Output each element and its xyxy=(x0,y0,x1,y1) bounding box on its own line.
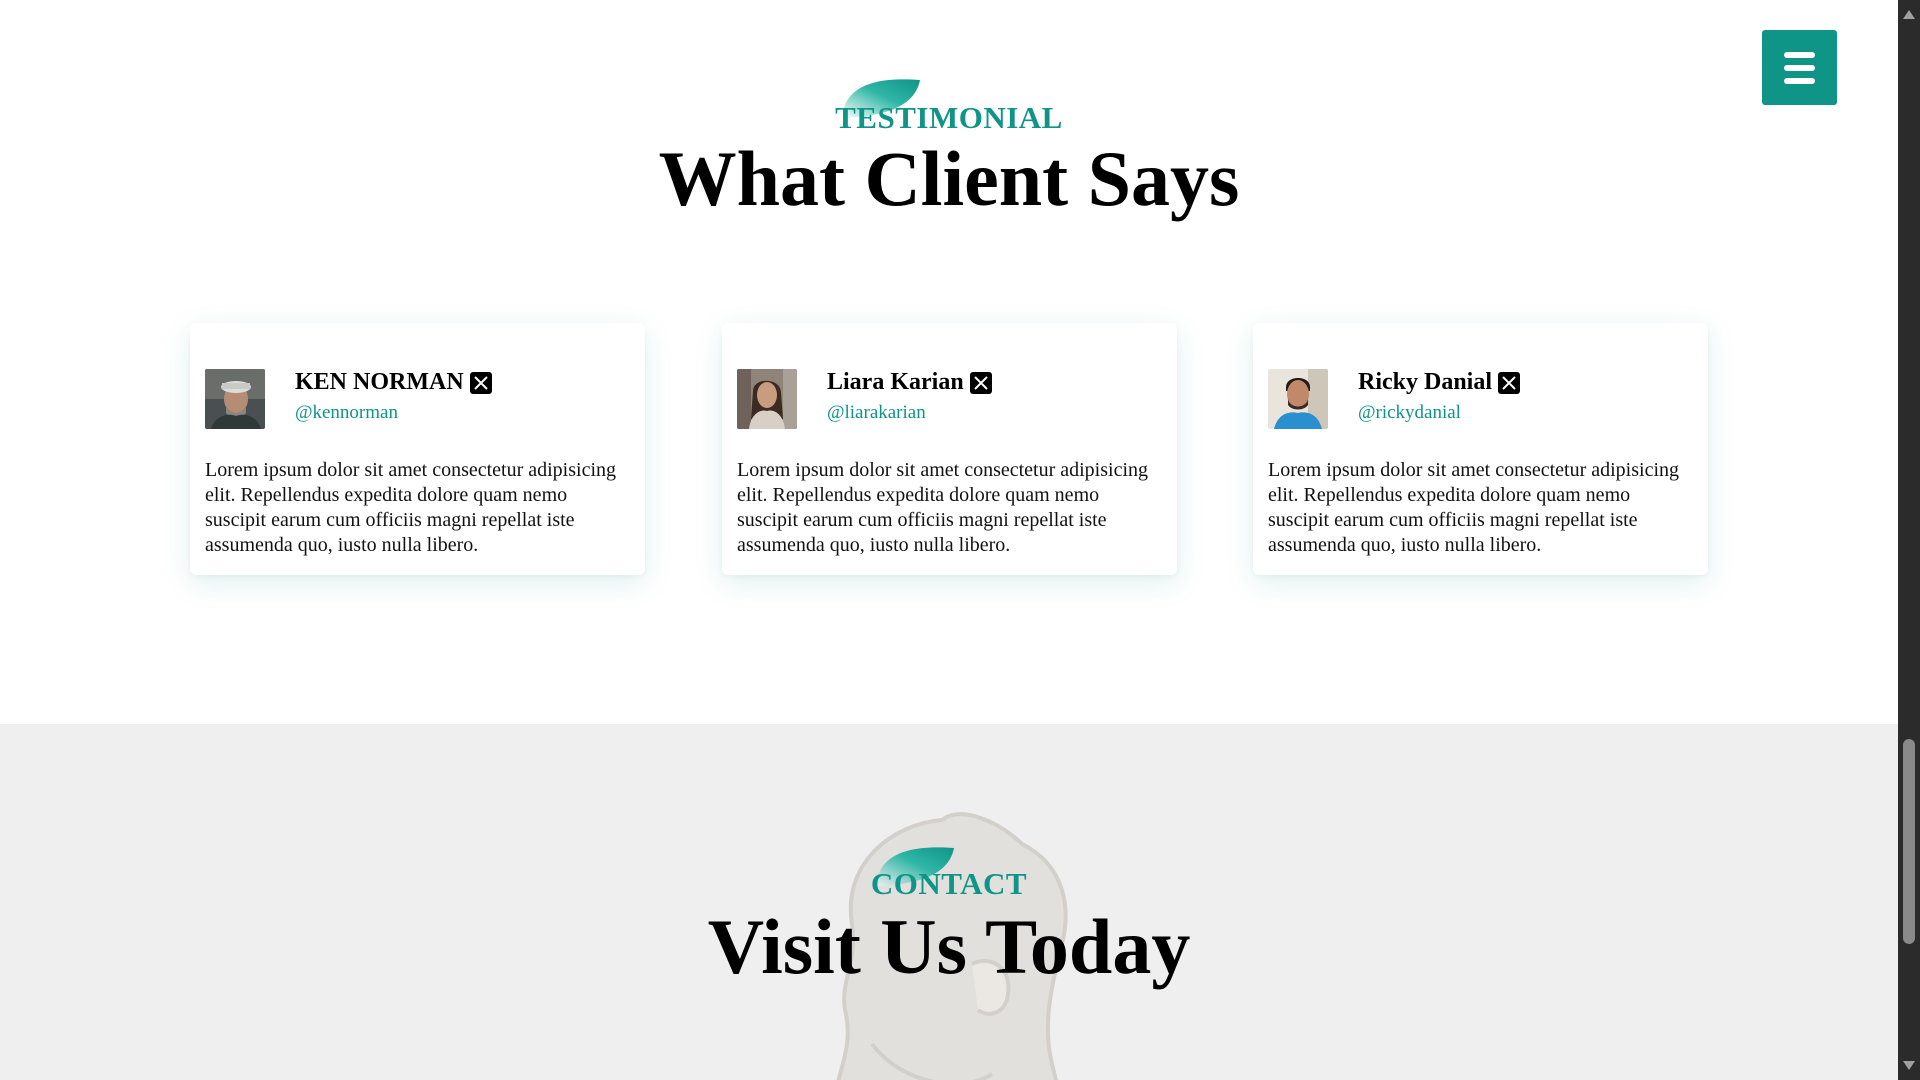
testimonial-cards: KEN NORMAN @kennorman Lorem ipsum dolor … xyxy=(190,323,1708,575)
page: TESTIMONIAL What Client Says KEN NORMAN … xyxy=(0,0,1898,1080)
scrollbar-thumb[interactable] xyxy=(1903,739,1915,944)
client-name: KEN NORMAN xyxy=(295,369,464,395)
contact-heading: CONTACT Visit Us Today xyxy=(0,846,1898,986)
card-name-row: Liara Karian xyxy=(827,369,992,396)
x-logo-icon[interactable] xyxy=(1498,371,1521,394)
client-name: Ricky Danial xyxy=(1358,369,1493,395)
testimonial-card: KEN NORMAN @kennorman Lorem ipsum dolor … xyxy=(190,323,645,575)
avatar xyxy=(1268,369,1328,429)
client-handle[interactable]: @kennorman xyxy=(295,402,398,424)
testimonial-card: Ricky Danial @rickydanial Lorem ipsum do… xyxy=(1253,323,1708,575)
card-name-row: Ricky Danial xyxy=(1358,369,1521,396)
testimonial-card: Liara Karian @liarakarian Lorem ipsum do… xyxy=(722,323,1177,575)
avatar xyxy=(205,369,265,429)
testimonial-title: What Client Says xyxy=(658,135,1240,222)
menu-bar xyxy=(1784,77,1815,84)
menu-bar xyxy=(1784,51,1815,58)
card-name-row: KEN NORMAN xyxy=(295,369,492,396)
testimonial-section: TESTIMONIAL What Client Says KEN NORMAN … xyxy=(0,0,1898,724)
testimonial-eyebrow: TESTIMONIAL xyxy=(835,100,1063,135)
x-logo-icon[interactable] xyxy=(469,371,492,394)
testimonial-heading: TESTIMONIAL What Client Says xyxy=(0,62,1898,218)
scroll-down-arrow-icon[interactable] xyxy=(1903,1061,1915,1070)
client-name: Liara Karian xyxy=(827,369,964,395)
hamburger-menu-icon[interactable] xyxy=(1762,30,1837,105)
vertical-scrollbar[interactable] xyxy=(1898,0,1920,1080)
avatar xyxy=(737,369,797,429)
testimonial-quote: Lorem ipsum dolor sit amet consectetur a… xyxy=(205,459,617,556)
scroll-up-arrow-icon[interactable] xyxy=(1903,10,1915,19)
testimonial-quote: Lorem ipsum dolor sit amet consectetur a… xyxy=(1268,459,1680,556)
client-handle[interactable]: @liarakarian xyxy=(827,402,926,424)
x-logo-icon[interactable] xyxy=(969,371,992,394)
client-handle[interactable]: @rickydanial xyxy=(1358,402,1461,424)
contact-title: Visit Us Today xyxy=(707,903,1191,990)
contact-eyebrow: CONTACT xyxy=(870,866,1028,901)
contact-section: CONTACT Visit Us Today xyxy=(0,724,1898,1080)
testimonial-quote: Lorem ipsum dolor sit amet consectetur a… xyxy=(737,459,1149,556)
menu-bar xyxy=(1784,64,1815,71)
